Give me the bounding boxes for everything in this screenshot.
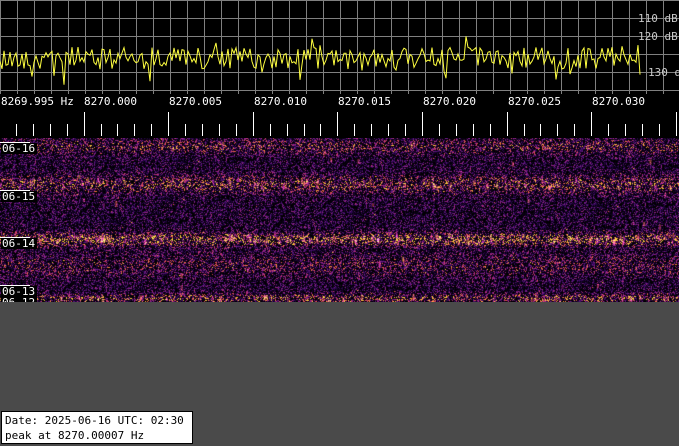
waterfall-display[interactable]: 06-16 06-15 06-14 06-13 06-12 [0, 138, 679, 302]
status-peak: peak at 8270.00007 Hz [5, 429, 145, 442]
waterfall-canvas [0, 138, 679, 302]
spectrum-graph: 110 dB- 120 dB- 130 dB- [0, 0, 679, 94]
time-label-06-12: 06-12 [1, 297, 38, 302]
time-label-06-16: 06-16 [1, 142, 38, 155]
frequency-ticks [16, 112, 677, 136]
frequency-axis: 8269.995 Hz 8270.000 8270.005 8270.010 8… [0, 94, 679, 138]
db-label-130: 130 dB- [648, 66, 679, 79]
spectrum-plot[interactable]: 110 dB- 120 dB- 130 dB- [0, 0, 679, 94]
time-label-06-14: 06-14 [1, 237, 38, 250]
time-label-06-15: 06-15 [1, 190, 38, 203]
spectrogram-viewer: 110 dB- 120 dB- 130 dB- 8269.995 Hz 8270… [0, 0, 679, 446]
status-box: Date: 2025-06-16 UTC: 02:30 peak at 8270… [1, 411, 193, 444]
spectrum-grid [0, 0, 679, 94]
db-label-120: 120 dB- [638, 30, 679, 43]
status-date: Date: 2025-06-16 UTC: 02:30 [5, 414, 184, 427]
db-label-110: 110 dB- [638, 12, 679, 25]
